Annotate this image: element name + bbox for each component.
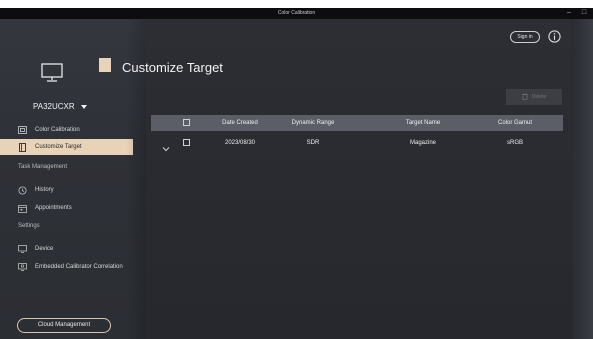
- cloud-management-button[interactable]: Cloud Management: [17, 318, 111, 333]
- column-header-color-gamut[interactable]: Color Gamut: [481, 115, 549, 131]
- sidebar-item-embedded-calibrator[interactable]: Embedded Calibrator Correlation: [0, 259, 146, 275]
- minimize-button[interactable]: –: [562, 8, 576, 19]
- sidebar-item-label: Appointments: [35, 205, 72, 211]
- sidebar-item-label: Embedded Calibrator Correlation: [35, 264, 123, 270]
- device-model-label: PA32UCXR: [33, 102, 75, 111]
- history-icon: [18, 186, 27, 194]
- cell-date-created: 2023/08/30: [224, 140, 256, 146]
- title-bar: Color Calibration – □: [0, 8, 593, 19]
- column-header-date[interactable]: Date Created: [206, 115, 274, 131]
- sidebar-item-label: Device: [35, 246, 54, 252]
- sidebar-item-label: Customize Target: [35, 144, 82, 150]
- table-header-row: Date Created Dynamic Range Target Name C…: [151, 115, 563, 131]
- window-title: Color Calibration: [277, 10, 316, 16]
- sidebar-item-color-calibration[interactable]: Color Calibration: [0, 122, 146, 138]
- cell-dynamic-range: SDR: [306, 140, 320, 146]
- app-window: Color Calibration – □ PA32UCXR Color Cal…: [0, 8, 593, 339]
- expand-chevron-icon[interactable]: [162, 139, 170, 157]
- delete-button[interactable]: Delete: [506, 89, 562, 105]
- row-checkbox[interactable]: [183, 139, 190, 146]
- calibration-icon: [18, 126, 27, 134]
- title-accent-bar: [99, 58, 111, 72]
- sidebar-item-label: History: [35, 187, 54, 193]
- sign-in-button[interactable]: Sign in: [510, 31, 540, 43]
- table-row[interactable]: 2023/08/30 SDR Magazine sRGB: [151, 136, 563, 152]
- sidebar-item-customize-target[interactable]: Customize Target: [0, 139, 133, 155]
- page-title: Customize Target: [122, 60, 223, 75]
- cell-color-gamut: sRGB: [506, 140, 523, 146]
- right-panel-edge: [572, 19, 593, 339]
- sidebar-item-device[interactable]: Device: [0, 241, 146, 257]
- delete-label: Delete: [531, 94, 547, 100]
- info-icon[interactable]: [548, 30, 561, 48]
- sidebar-item-history[interactable]: History: [0, 182, 146, 198]
- monitor-icon: [41, 63, 63, 87]
- column-header-dynamic-range[interactable]: Dynamic Range: [278, 115, 348, 131]
- section-settings: Settings: [18, 223, 40, 229]
- device-icon: [18, 245, 27, 253]
- sidebar-item-appointments[interactable]: Appointments: [0, 200, 146, 216]
- select-all-checkbox[interactable]: [183, 119, 190, 126]
- calibrator-icon: [18, 263, 27, 271]
- sidebar-item-label: Color Calibration: [35, 127, 80, 133]
- cell-target-name: Magazine: [409, 140, 436, 146]
- section-task-management: Task Management: [18, 164, 68, 170]
- calendar-icon: [18, 204, 27, 213]
- trash-icon: [522, 93, 528, 102]
- column-header-target-name[interactable]: Target Name: [389, 115, 457, 131]
- target-doc-icon: [18, 142, 27, 152]
- maximize-button[interactable]: □: [577, 8, 591, 19]
- device-selector[interactable]: PA32UCXR: [33, 102, 87, 111]
- chevron-down-icon: [80, 104, 87, 109]
